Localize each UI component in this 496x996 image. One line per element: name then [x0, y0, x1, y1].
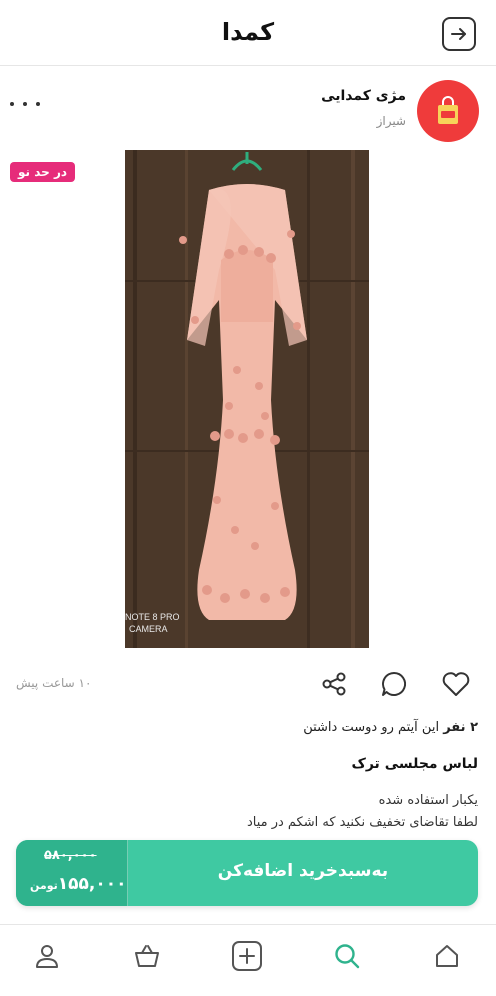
- nav-home[interactable]: [430, 939, 464, 973]
- likes-count[interactable]: ۲ نفر این آیتم رو دوست داشتن: [303, 720, 478, 735]
- watermark-line2: CAMERA: [129, 624, 168, 634]
- condition-badge: در حد نو: [10, 162, 76, 182]
- basket-icon: [135, 945, 159, 967]
- dot-icon: [10, 102, 14, 106]
- time-ago: ۱۰ ساعت پیش: [16, 676, 92, 690]
- comment-button[interactable]: [378, 668, 410, 700]
- app-header: کمدا: [0, 0, 496, 66]
- share-icon: [322, 672, 346, 696]
- app-logo: کمدا: [221, 18, 275, 46]
- item-description: یکبار استفاده شده لطفا تقاضای تخفیف نکنی…: [247, 790, 478, 834]
- shopping-bag-icon: [438, 96, 458, 124]
- seller-city: شیراز: [376, 114, 406, 128]
- dress-image: NOTE 8 PRO CAMERA: [125, 150, 369, 648]
- seller-row: مژی کمدایی شیراز: [0, 72, 496, 142]
- more-options-button[interactable]: [10, 94, 40, 114]
- add-to-cart-label: به‌سبدخرید اضافه‌کن: [217, 861, 389, 881]
- bottom-navigation: [0, 924, 496, 996]
- nav-cart[interactable]: [130, 939, 164, 973]
- nav-search[interactable]: [330, 939, 364, 973]
- home-icon: [436, 945, 458, 967]
- old-price: ۵۸۰,۰۰۰: [44, 848, 97, 863]
- product-photo[interactable]: NOTE 8 PRO CAMERA: [125, 150, 369, 648]
- dot-icon: [23, 102, 27, 106]
- new-price-value: ۱۵۵,۰۰۰: [57, 874, 127, 894]
- plus-square-icon: [232, 941, 262, 971]
- nav-add-item[interactable]: [230, 939, 264, 973]
- like-button[interactable]: [440, 668, 472, 700]
- back-button[interactable]: [442, 17, 476, 51]
- heart-icon: [442, 672, 470, 696]
- item-title: لباس مجلسی ترک: [351, 756, 478, 772]
- new-price: ۱۵۵,۰۰۰تومن: [30, 874, 126, 894]
- arrow-right-icon: [451, 28, 466, 40]
- comment-icon: [382, 671, 406, 696]
- watermark-line1: NOTE 8 PRO: [125, 612, 180, 622]
- price-box: ۵۸۰,۰۰۰ ۱۵۵,۰۰۰تومن: [16, 840, 128, 906]
- likes-text: این آیتم رو دوست داشتن: [303, 720, 444, 735]
- post-actions: ۱۰ ساعت پیش: [0, 664, 496, 704]
- add-to-cart-button[interactable]: ۵۸۰,۰۰۰ ۱۵۵,۰۰۰تومن به‌سبدخرید اضافه‌کن: [16, 840, 478, 906]
- description-line: یکبار استفاده شده: [378, 793, 478, 808]
- currency-label: تومن: [30, 879, 58, 892]
- user-icon: [36, 945, 58, 968]
- dot-icon: [36, 102, 40, 106]
- description-line: لطفا تقاضای تخفیف نکنید که اشکم در میاد: [246, 815, 478, 830]
- share-button[interactable]: [318, 668, 350, 700]
- nav-profile[interactable]: [30, 939, 64, 973]
- search-icon: [335, 944, 360, 969]
- seller-avatar[interactable]: [417, 80, 479, 142]
- likes-number: ۲ نفر: [443, 720, 478, 735]
- seller-name[interactable]: مژی کمدایی: [321, 88, 406, 104]
